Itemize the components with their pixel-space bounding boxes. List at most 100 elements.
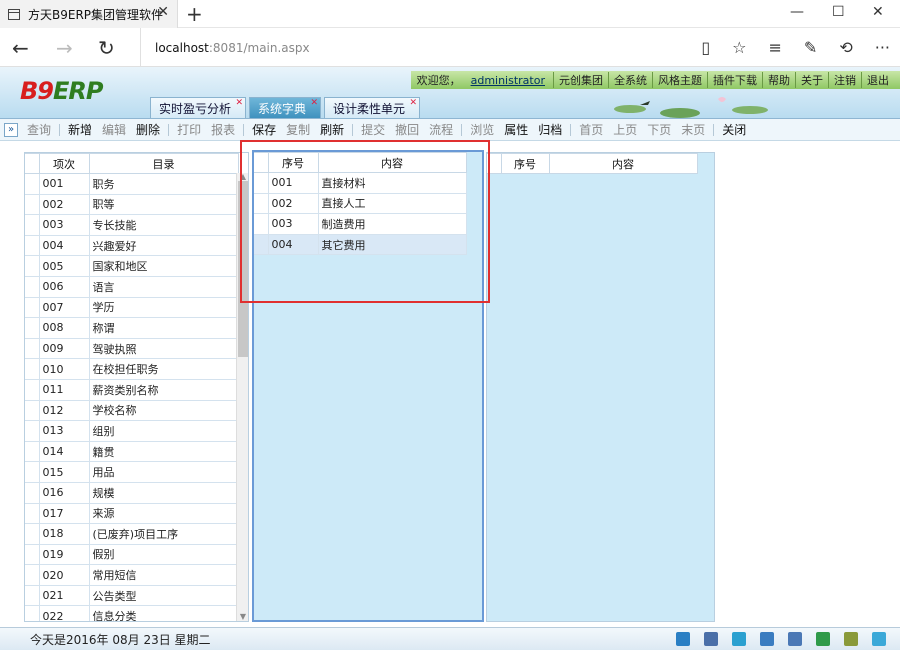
back-button[interactable]: ←	[12, 36, 29, 60]
table-row[interactable]: 011 薪资类别名称	[25, 378, 239, 401]
toolbar-button[interactable]: 删除	[131, 121, 165, 138]
toolbar-button[interactable]: 编辑	[97, 121, 131, 138]
toolbar-button[interactable]: 保存	[247, 121, 281, 138]
catalog-name-cell[interactable]: 职等	[88, 193, 239, 216]
catalog-index-cell[interactable]: 009	[38, 337, 90, 360]
table-row[interactable]: 015 用品	[25, 461, 239, 483]
table-row[interactable]: 003 制造费用	[254, 213, 467, 235]
catalog-name-cell[interactable]: 籍贯	[88, 440, 239, 463]
catalog-name-cell[interactable]: 信息分类	[88, 605, 239, 621]
user-link[interactable]: administrator	[471, 74, 545, 87]
catalog-index-cell[interactable]: 007	[38, 296, 90, 319]
table-row[interactable]: 002 职等	[25, 193, 239, 216]
row-header[interactable]	[25, 234, 40, 257]
row-header[interactable]	[254, 192, 269, 215]
table-row[interactable]: 005 国家和地区	[25, 255, 239, 277]
catalog-index-cell[interactable]: 022	[38, 605, 90, 621]
catalog-index-cell[interactable]: 016	[38, 481, 90, 504]
refresh-button[interactable]: ↻	[98, 36, 115, 60]
catalog-name-cell[interactable]: 来源	[88, 502, 239, 525]
catalog-index-cell[interactable]: 008	[38, 317, 90, 339]
table-row[interactable]: 012 学校名称	[25, 399, 239, 422]
tab-flexible-unit[interactable]: 设计柔性单元 ✕	[324, 97, 421, 118]
table-row[interactable]: 009 驾驶执照	[25, 337, 239, 360]
close-tab-icon[interactable]: ✕	[235, 98, 243, 108]
row-header[interactable]	[25, 275, 40, 298]
catalog-index-cell[interactable]: 013	[38, 420, 90, 442]
table-row[interactable]: 014 籍贯	[25, 440, 239, 463]
weather-icon[interactable]	[872, 632, 886, 646]
message-icon[interactable]	[732, 632, 746, 646]
catalog-name-cell[interactable]: 假别	[88, 543, 239, 566]
catalog-name-cell[interactable]: 国家和地区	[88, 255, 239, 277]
menu-logout[interactable]: 注销	[828, 72, 861, 88]
column-header-seq[interactable]: 序号	[500, 153, 550, 174]
close-tab-icon[interactable]: ✕	[310, 98, 318, 108]
table-row[interactable]: 021 公告类型	[25, 584, 239, 607]
catalog-name-cell[interactable]: 专长技能	[88, 214, 239, 236]
row-header[interactable]	[25, 481, 40, 504]
row-header[interactable]	[25, 214, 40, 236]
row-header[interactable]	[25, 358, 40, 380]
catalog-index-cell[interactable]: 012	[38, 399, 90, 422]
row-header[interactable]	[25, 193, 40, 216]
table-row[interactable]: 020 常用短信	[25, 564, 239, 586]
catalog-index-cell[interactable]: 005	[38, 255, 90, 277]
catalog-name-cell[interactable]: 规模	[88, 481, 239, 504]
content-text-cell[interactable]: 制造费用	[317, 213, 467, 235]
row-header[interactable]	[25, 605, 40, 621]
catalog-name-cell[interactable]: 驾驶执照	[88, 337, 239, 360]
column-header-catalog[interactable]: 目录	[88, 153, 239, 174]
table-row[interactable]: 010 在校担任职务	[25, 358, 239, 380]
menu-all-system[interactable]: 全系统	[608, 72, 652, 88]
maximize-button[interactable]: ☐	[832, 4, 845, 20]
tab-profit-analysis[interactable]: 实时盈亏分析 ✕	[150, 97, 247, 118]
toolbar-button[interactable]: 归档	[533, 121, 567, 138]
row-header[interactable]	[25, 564, 40, 586]
table-row[interactable]: 003 专长技能	[25, 214, 239, 236]
toolbar-button[interactable]: 下页	[642, 121, 676, 138]
row-header[interactable]	[25, 255, 40, 277]
row-header[interactable]	[25, 420, 40, 442]
column-header-index[interactable]: 项次	[38, 153, 90, 174]
table-row[interactable]: 018 (已废弃)项目工序	[25, 523, 239, 545]
row-header[interactable]	[25, 399, 40, 422]
share-icon[interactable]: ⟲	[839, 38, 852, 57]
toolbar-button[interactable]: 流程	[424, 121, 458, 138]
catalog-name-cell[interactable]: 组别	[88, 420, 239, 442]
table-row[interactable]: 004 其它费用	[254, 233, 467, 256]
toolbar-button[interactable]: 查询	[22, 121, 56, 138]
menu-about[interactable]: 关于	[795, 72, 828, 88]
catalog-index-cell[interactable]: 014	[38, 440, 90, 463]
tab-system-dictionary[interactable]: 系统字典 ✕	[249, 97, 322, 118]
catalog-name-cell[interactable]: 学校名称	[88, 399, 239, 422]
row-header[interactable]	[25, 378, 40, 401]
table-row[interactable]: 001 职务	[25, 173, 239, 195]
catalog-index-cell[interactable]: 002	[38, 193, 90, 216]
org-icon[interactable]	[704, 632, 718, 646]
row-header[interactable]	[254, 213, 269, 235]
table-row[interactable]: 002 直接人工	[254, 192, 467, 215]
scroll-down-icon[interactable]: ▼	[237, 613, 248, 621]
table-row[interactable]: 004 兴趣爱好	[25, 234, 239, 257]
home-icon[interactable]	[676, 632, 690, 646]
catalog-scrollbar[interactable]: ▲ ▼	[236, 173, 248, 621]
favorite-star-icon[interactable]: ☆	[732, 38, 746, 57]
reading-view-icon[interactable]: ▯	[701, 38, 710, 57]
row-header[interactable]	[25, 173, 40, 195]
content-seq-cell[interactable]: 004	[267, 233, 319, 256]
content-seq-cell[interactable]: 003	[267, 213, 319, 235]
catalog-name-cell[interactable]: 兴趣爱好	[88, 234, 239, 257]
column-header-seq[interactable]: 序号	[267, 152, 319, 173]
column-header-content[interactable]: 内容	[548, 153, 698, 174]
table-row[interactable]: 016 规模	[25, 481, 239, 504]
row-header[interactable]	[25, 523, 40, 545]
catalog-name-cell[interactable]: 在校担任职务	[88, 358, 239, 380]
catalog-name-cell[interactable]: 称谓	[88, 317, 239, 339]
table-row[interactable]: 008 称谓	[25, 317, 239, 339]
catalog-index-cell[interactable]: 021	[38, 584, 90, 607]
toolbar-button[interactable]: 报表	[206, 121, 240, 138]
table-row[interactable]: 013 组别	[25, 420, 239, 442]
row-header[interactable]	[25, 296, 40, 319]
catalog-name-cell[interactable]: 用品	[88, 461, 239, 483]
